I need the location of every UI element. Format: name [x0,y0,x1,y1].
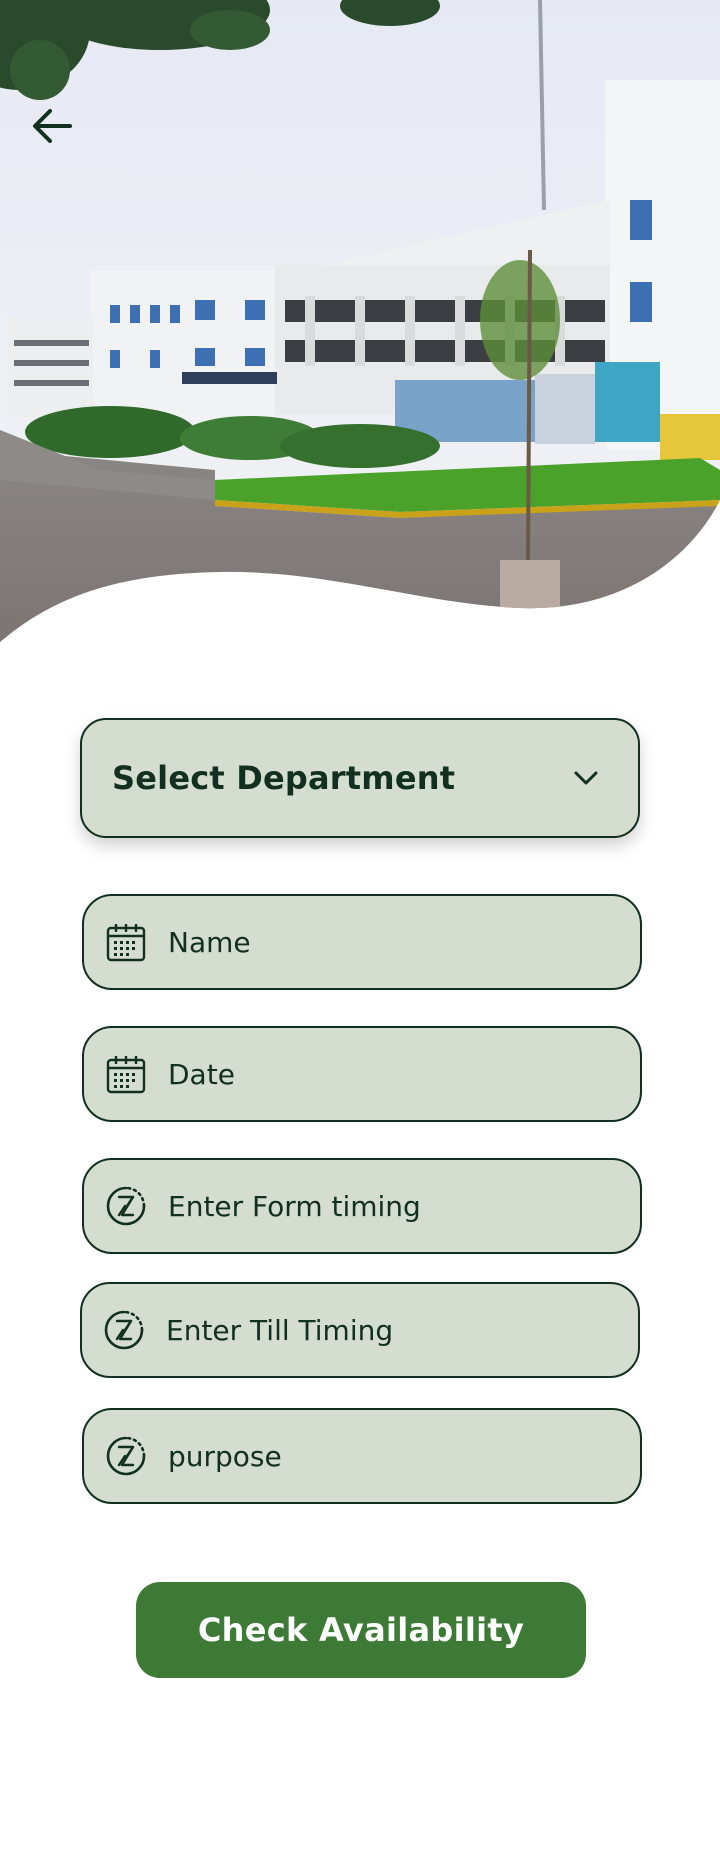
hourglass-clock-icon [104,1184,148,1228]
campus-hero-image [0,0,720,660]
till-timing-field[interactable]: Enter Till Timing [80,1282,640,1378]
name-placeholder: Name [168,925,251,959]
department-select-label: Select Department [112,759,456,797]
check-availability-label: Check Availability [197,1611,525,1649]
back-button[interactable] [28,102,76,150]
calendar-icon [104,1052,148,1096]
arrow-left-icon [33,109,72,143]
hourglass-clock-icon [102,1308,146,1352]
date-field[interactable]: Date [82,1026,642,1122]
hourglass-clock-icon [104,1434,148,1478]
calendar-icon [104,920,148,964]
purpose-field[interactable]: purpose [82,1408,642,1504]
chevron-down-icon [574,771,598,785]
from-timing-field[interactable]: Enter Form timing [82,1158,642,1254]
department-select[interactable]: Select Department [80,718,640,838]
purpose-placeholder: purpose [168,1439,282,1473]
till-timing-placeholder: Enter Till Timing [166,1313,394,1347]
from-timing-placeholder: Enter Form timing [168,1189,421,1223]
name-field[interactable]: Name [82,894,642,990]
date-placeholder: Date [168,1057,235,1091]
check-availability-button[interactable]: Check Availability [136,1582,586,1678]
